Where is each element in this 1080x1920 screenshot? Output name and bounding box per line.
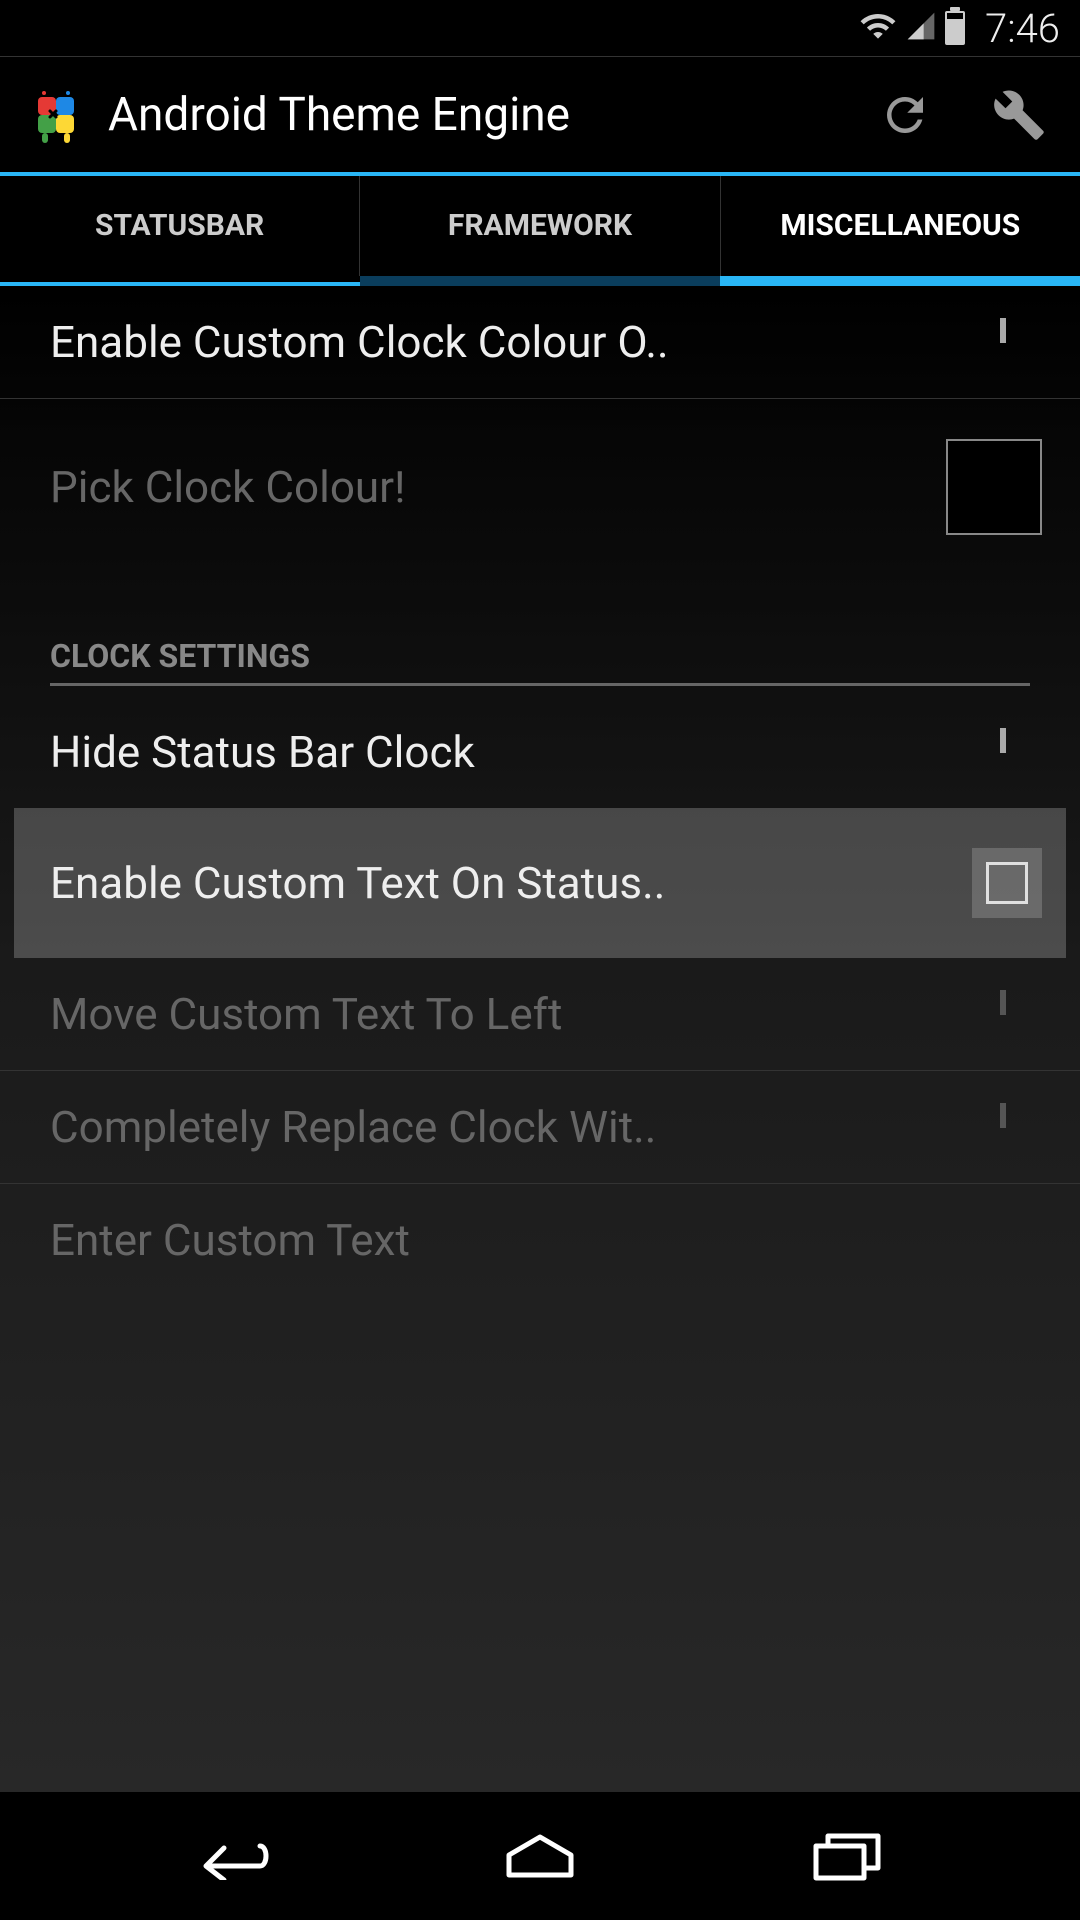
battery-icon (945, 11, 965, 45)
tabs: STATUSBAR FRAMEWORK MISCELLANEOUS (0, 176, 1080, 276)
nav-home-icon[interactable] (480, 1826, 600, 1886)
setting-label: Move Custom Text To Left (50, 988, 1000, 1040)
checkbox[interactable] (972, 848, 1042, 918)
checkbox[interactable] (1000, 321, 1042, 363)
nav-back-icon[interactable] (173, 1826, 293, 1886)
nav-recent-icon[interactable] (787, 1826, 907, 1886)
settings-list: Enable Custom Clock Colour O.. Pick Cloc… (0, 286, 1080, 1296)
setting-label: Pick Clock Colour! (50, 461, 946, 513)
setting-enter-custom-text[interactable]: Enter Custom Text (0, 1184, 1080, 1296)
action-icons (878, 88, 1046, 142)
checkbox[interactable] (1000, 1106, 1042, 1148)
section-header-clock: CLOCK SETTINGS (50, 605, 1030, 686)
app-icon (24, 83, 88, 147)
section-header-wrap: CLOCK SETTINGS (0, 605, 1080, 686)
setting-pick-clock-colour[interactable]: Pick Clock Colour! (0, 399, 1080, 575)
setting-label: Enter Custom Text (50, 1214, 1042, 1266)
checkbox[interactable] (1000, 993, 1042, 1035)
action-bar: Android Theme Engine (0, 56, 1080, 172)
tab-miscellaneous[interactable]: MISCELLANEOUS (721, 176, 1080, 276)
status-clock: 7:46 (985, 5, 1060, 52)
setting-move-text-left[interactable]: Move Custom Text To Left (0, 958, 1080, 1071)
nav-bar (0, 1792, 1080, 1920)
setting-hide-clock[interactable]: Hide Status Bar Clock (0, 696, 1080, 808)
wrench-icon[interactable] (992, 88, 1046, 142)
tab-statusbar[interactable]: STATUSBAR (0, 176, 360, 276)
refresh-icon[interactable] (878, 88, 932, 142)
checkbox[interactable] (1000, 731, 1042, 773)
tab-framework[interactable]: FRAMEWORK (360, 176, 720, 276)
setting-label: Completely Replace Clock Wit.. (50, 1101, 1000, 1153)
color-swatch[interactable] (946, 439, 1042, 535)
tab-indicator (0, 276, 1080, 286)
setting-label: Enable Custom Text On Status.. (50, 857, 972, 909)
status-bar: 7:46 (0, 0, 1080, 56)
setting-label: Hide Status Bar Clock (50, 726, 1000, 778)
setting-enable-clock-colour[interactable]: Enable Custom Clock Colour O.. (0, 286, 1080, 399)
wifi-icon (859, 7, 897, 49)
setting-label: Enable Custom Clock Colour O.. (50, 316, 1000, 368)
signal-icon (905, 10, 937, 46)
setting-replace-clock[interactable]: Completely Replace Clock Wit.. (0, 1071, 1080, 1184)
status-icons (859, 7, 965, 49)
app-title: Android Theme Engine (108, 88, 878, 142)
setting-enable-custom-text[interactable]: Enable Custom Text On Status.. (14, 808, 1066, 958)
